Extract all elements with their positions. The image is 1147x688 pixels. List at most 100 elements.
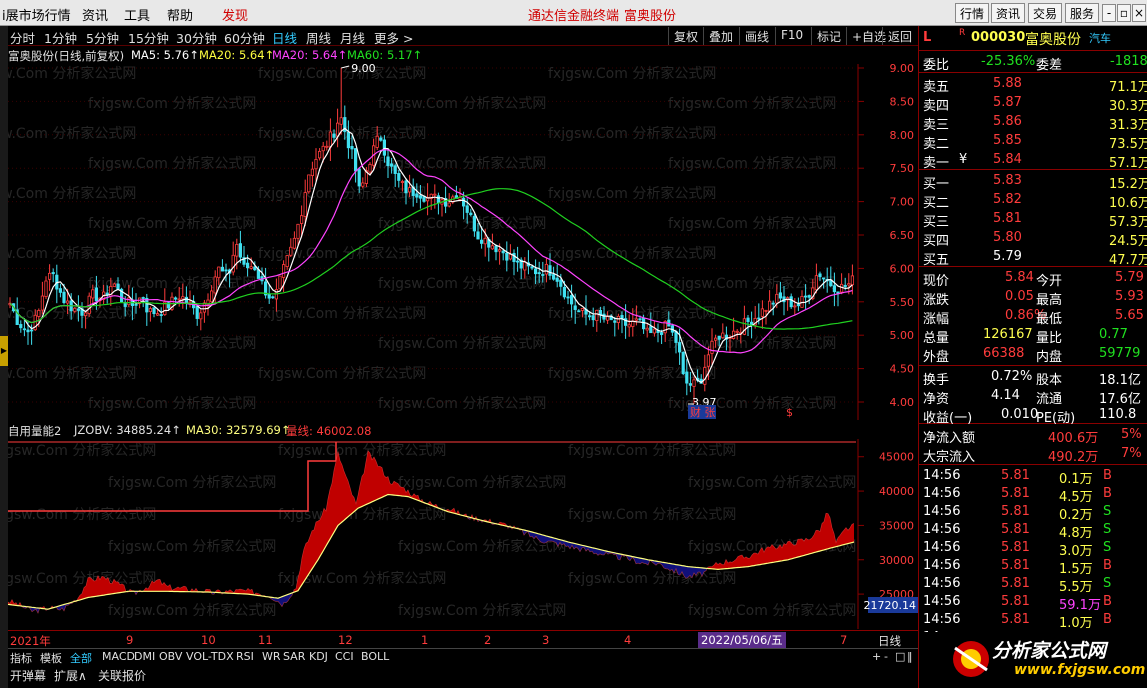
btn-trade[interactable]: 交易 bbox=[1028, 3, 1063, 23]
candle-body[interactable] bbox=[508, 253, 513, 260]
candle-body[interactable] bbox=[472, 215, 477, 232]
candle-body[interactable] bbox=[634, 318, 639, 321]
candle-body[interactable] bbox=[303, 192, 307, 217]
pause-button[interactable]: ‖ bbox=[907, 650, 913, 663]
candle-body[interactable] bbox=[415, 193, 419, 198]
candle-body[interactable] bbox=[829, 280, 833, 287]
candle-body[interactable] bbox=[307, 174, 311, 193]
candle-body[interactable] bbox=[778, 292, 783, 299]
candle-body[interactable] bbox=[566, 296, 570, 299]
candle-body[interactable] bbox=[66, 300, 70, 304]
candle-body[interactable] bbox=[29, 329, 34, 332]
tab-related-quotes[interactable]: 关联报价 bbox=[98, 667, 146, 684]
candle-body[interactable] bbox=[62, 291, 66, 304]
candle-body[interactable] bbox=[418, 195, 423, 199]
candlestick-chart[interactable]: 9.00 8.50 8.00 7.50 7.00 6.50 6.00 5.50 5.00 4.50… bbox=[8, 64, 918, 420]
tab-indicators[interactable]: 指标 bbox=[10, 650, 32, 666]
candle-body[interactable] bbox=[573, 305, 577, 310]
stat-row[interactable]: 外盘 66388 内盘 59779 bbox=[919, 345, 1147, 365]
candle-body[interactable] bbox=[447, 202, 451, 207]
candle-body[interactable] bbox=[638, 318, 642, 321]
stat-row[interactable]: 涨幅 0.86% 最低 5.65 bbox=[919, 307, 1147, 327]
candle-body[interactable] bbox=[642, 317, 646, 330]
candle-body[interactable] bbox=[746, 317, 750, 323]
tool-back[interactable]: 返回 bbox=[882, 27, 917, 45]
ask-row[interactable]: 卖四 5.87 30.3万 bbox=[919, 94, 1147, 114]
candle-body[interactable] bbox=[173, 297, 178, 300]
candle-body[interactable] bbox=[537, 272, 541, 275]
fund-row[interactable]: 换手 0.72% 股本 18.1亿 bbox=[919, 368, 1147, 388]
bid-row[interactable]: 买一 5.83 15.2万 bbox=[919, 172, 1147, 192]
btn-service[interactable]: 服务 bbox=[1065, 3, 1100, 23]
tab-obv[interactable]: OBV bbox=[159, 650, 182, 663]
candle-body[interactable] bbox=[721, 332, 725, 339]
candle-body[interactable] bbox=[256, 269, 260, 279]
tab-dmi[interactable]: DMI bbox=[134, 650, 155, 663]
candle-body[interactable] bbox=[789, 296, 793, 308]
candle-body[interactable] bbox=[588, 315, 592, 318]
candle-body[interactable] bbox=[706, 354, 711, 367]
candle-body[interactable] bbox=[735, 330, 739, 333]
candle-body[interactable] bbox=[155, 313, 160, 316]
candle-body[interactable] bbox=[48, 272, 52, 280]
candle-body[interactable] bbox=[562, 286, 567, 298]
candle-body[interactable] bbox=[181, 296, 185, 300]
period-daily-btn[interactable]: 日线 bbox=[878, 633, 901, 649]
candle-body[interactable] bbox=[505, 252, 509, 261]
menu-help[interactable]: 帮助 bbox=[167, 5, 193, 24]
tab-macd[interactable]: MACD bbox=[102, 650, 135, 663]
tick-row[interactable]: 14:56 5.81 0.1万 B bbox=[919, 467, 1147, 487]
period-15min[interactable]: 15分钟 bbox=[128, 28, 169, 47]
tab-boll[interactable]: BOLL bbox=[361, 650, 389, 663]
candle-body[interactable] bbox=[159, 314, 163, 316]
candle-body[interactable] bbox=[577, 310, 581, 313]
candle-body[interactable] bbox=[22, 328, 26, 331]
candle-body[interactable] bbox=[386, 156, 390, 167]
candle-body[interactable] bbox=[321, 145, 325, 152]
menu-market[interactable]: ⅰ展市场行情 bbox=[2, 5, 71, 24]
candle-body[interactable] bbox=[497, 249, 502, 252]
period-60min[interactable]: 60分钟 bbox=[224, 28, 265, 47]
tab-kdj[interactable]: KDJ bbox=[309, 650, 328, 663]
candle-body[interactable] bbox=[595, 309, 599, 322]
candle-body[interactable] bbox=[548, 265, 552, 276]
candle-body[interactable] bbox=[379, 137, 383, 141]
candle-body[interactable] bbox=[346, 131, 351, 149]
candle-body[interactable] bbox=[382, 139, 387, 156]
tool-overlay[interactable]: 叠加 bbox=[703, 27, 738, 45]
candle-body[interactable] bbox=[483, 237, 487, 245]
ask-row[interactable]: 卖一 5.84 57.1万 ¥ bbox=[919, 151, 1147, 171]
candle-body[interactable] bbox=[37, 310, 41, 317]
candle-body[interactable] bbox=[660, 332, 664, 335]
candle-body[interactable] bbox=[760, 308, 765, 317]
candle-body[interactable] bbox=[685, 371, 689, 384]
candle-body[interactable] bbox=[141, 297, 145, 299]
candle-body[interactable] bbox=[717, 335, 721, 340]
candle-body[interactable] bbox=[465, 205, 469, 213]
candle-body[interactable] bbox=[436, 195, 441, 204]
candle-body[interactable] bbox=[112, 283, 116, 287]
candle-body[interactable] bbox=[620, 315, 624, 319]
candle-body[interactable] bbox=[224, 269, 228, 272]
candle-body[interactable] bbox=[267, 293, 271, 299]
candle-body[interactable] bbox=[606, 316, 610, 321]
candle-body[interactable] bbox=[134, 303, 138, 306]
candle-body[interactable] bbox=[771, 302, 775, 305]
tab-danmaku[interactable]: 开弹幕 bbox=[10, 667, 46, 684]
period-30min[interactable]: 30分钟 bbox=[176, 28, 217, 47]
candle-body[interactable] bbox=[249, 266, 253, 269]
stat-row[interactable]: 总量 126167 量比 0.77 bbox=[919, 326, 1147, 346]
ask-row[interactable]: 卖三 5.86 31.3万 bbox=[919, 113, 1147, 133]
tab-all[interactable]: 全部 bbox=[70, 650, 92, 666]
period-daily[interactable]: 日线 bbox=[272, 28, 297, 47]
candle-body[interactable] bbox=[238, 243, 242, 258]
candle-body[interactable] bbox=[231, 254, 235, 273]
zoom-box-button[interactable]: □ bbox=[895, 650, 905, 663]
candle-body[interactable] bbox=[840, 283, 844, 293]
candle-body[interactable] bbox=[393, 165, 397, 174]
btn-quotes[interactable]: 行情 bbox=[955, 3, 990, 23]
ask-row[interactable]: 卖五 5.88 71.1万 bbox=[919, 75, 1147, 95]
tick-row[interactable]: 14:56 5.81 1.5万 B bbox=[919, 557, 1147, 577]
tool-draw[interactable]: 画线 bbox=[739, 27, 774, 45]
candle-body[interactable] bbox=[469, 212, 473, 216]
